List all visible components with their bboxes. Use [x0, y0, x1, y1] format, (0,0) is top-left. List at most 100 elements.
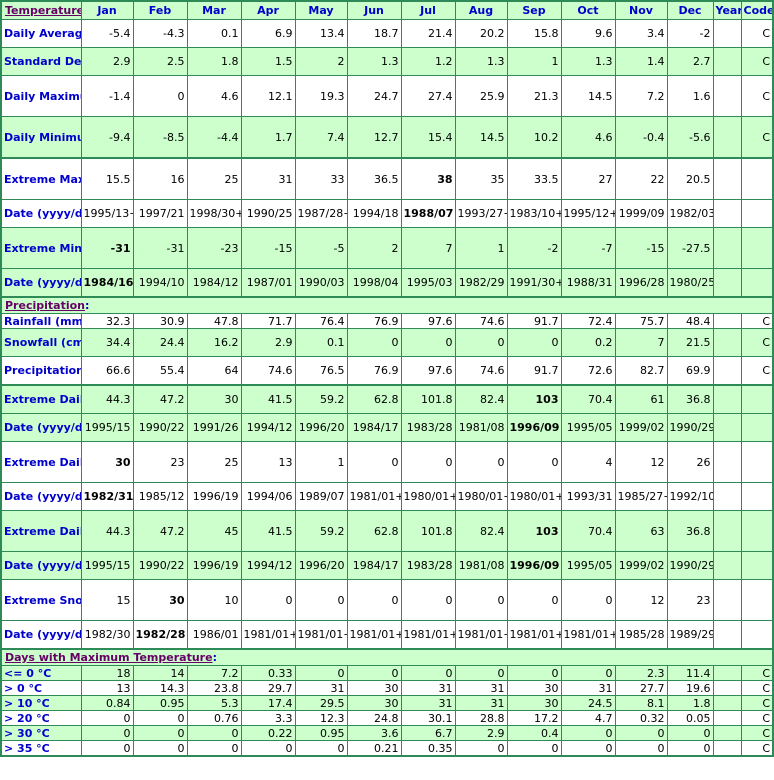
cell-aug: 35 — [454, 157, 508, 200]
cell-apr: 74.6 — [240, 356, 296, 386]
cell-jul: 1983/28 — [400, 413, 456, 442]
climate-normals-table: Temperature: Jan Feb Mar Apr May Jun Jul… — [0, 0, 774, 757]
cell-jul: 101.8 — [400, 510, 456, 552]
cell-code: C — [740, 725, 774, 741]
cell-oct: 4.7 — [560, 710, 616, 726]
cell-apr: 0.33 — [240, 665, 296, 681]
cell-nov: 7.2 — [614, 75, 668, 117]
cell-aug: 1981/08 — [454, 551, 508, 580]
cell-mar: 1996/19 — [186, 551, 242, 580]
cell-jun: 0 — [346, 441, 402, 483]
cell-jun: 62.8 — [346, 384, 402, 414]
cell-oct: 1988/31 — [560, 268, 616, 298]
column-header: Mar — [186, 0, 242, 20]
cell-jan: 1982/30 — [80, 620, 134, 650]
temperature-section: Daily Average (°C)-5.4-4.30.16.913.418.7… — [0, 19, 774, 298]
cell-code: C — [740, 356, 774, 386]
cell-nov: 7 — [614, 328, 668, 357]
cell-sep: 15.8 — [506, 19, 562, 48]
cell-jun: 76.9 — [346, 356, 402, 386]
row-label: Extreme Minimum (°C) — [0, 227, 82, 269]
cell-year — [712, 413, 742, 442]
cell-may: 1990/03 — [294, 268, 348, 298]
cell-mar: -23 — [186, 227, 242, 269]
table-row: > 30 °C 0 0 0 0.22 0.95 3.6 6.7 2.9 0.4 0 0 0 C — [0, 725, 774, 741]
table-row: Snowfall (cm) 34.4 24.4 16.2 2.9 0.1 0 0 0 0 0.2 7 2… — [0, 328, 774, 357]
cell-oct: 70.4 — [560, 510, 616, 552]
cell-feb: 1997/21 — [132, 199, 188, 228]
precipitation-section-link[interactable]: Precipitation — [5, 299, 85, 312]
cell-may: 0.95 — [294, 725, 348, 741]
cell-nov: 1985/28 — [614, 620, 668, 650]
row-label: > 20 °C — [0, 710, 82, 726]
cell-nov: 0 — [614, 740, 668, 757]
cell-year — [712, 356, 742, 386]
cell-may: 1987/28+ — [294, 199, 348, 228]
cell-sep: 17.2 — [506, 710, 562, 726]
cell-oct: 14.5 — [560, 75, 616, 117]
cell-jan: 1995/15 — [80, 551, 134, 580]
cell-jun: 0 — [346, 665, 402, 681]
cell-year — [712, 268, 742, 298]
cell-jun: 36.5 — [346, 157, 402, 200]
cell-jun: 1998/04 — [346, 268, 402, 298]
cell-code — [740, 199, 774, 228]
cell-oct: 1.3 — [560, 47, 616, 76]
cell-code: C — [740, 116, 774, 159]
cell-dec: 1989/29 — [666, 620, 714, 650]
cell-code: C — [740, 680, 774, 696]
column-header: Year — [712, 0, 742, 20]
cell-year — [712, 384, 742, 414]
cell-jan: 13 — [80, 680, 134, 696]
cell-oct: 1995/05 — [560, 551, 616, 580]
cell-jan: 0 — [80, 740, 134, 757]
cell-code: C — [740, 313, 774, 329]
cell-aug: 31 — [454, 680, 508, 696]
cell-aug: 25.9 — [454, 75, 508, 117]
column-header: Feb — [132, 0, 188, 20]
cell-apr: 1981/01+ — [240, 620, 296, 650]
cell-apr: 0 — [240, 740, 296, 757]
cell-code — [740, 441, 774, 483]
cell-feb: -8.5 — [132, 116, 188, 159]
temperature-section-link[interactable]: Temperature — [5, 4, 80, 17]
cell-year — [712, 665, 742, 681]
cell-mar: 0 — [186, 740, 242, 757]
cell-code — [740, 620, 774, 650]
cell-oct: 1995/05 — [560, 413, 616, 442]
cell-nov: 12 — [614, 579, 668, 621]
cell-sep: 0 — [506, 740, 562, 757]
cell-dec: -27.5 — [666, 227, 714, 269]
cell-apr: 17.4 — [240, 695, 296, 711]
cell-code: C — [740, 740, 774, 757]
cell-year — [712, 482, 742, 511]
cell-year — [712, 157, 742, 200]
cell-apr: 29.7 — [240, 680, 296, 696]
cell-apr: 1994/12 — [240, 551, 296, 580]
cell-dec: 1.6 — [666, 75, 714, 117]
cell-jun: 0.21 — [346, 740, 402, 757]
table-row: Extreme Daily Precipitation (mm)44.347.2… — [0, 510, 774, 552]
table-row: <= 0 °C 18 14 7.2 0.33 0 0 0 0 0 0 2.3 11.4 C — [0, 665, 774, 681]
days-max-temp-section-link[interactable]: Days with Maximum Temperature — [5, 651, 213, 664]
cell-dec: -5.6 — [666, 116, 714, 159]
column-header: Sep — [506, 0, 562, 20]
cell-mar: 4.6 — [186, 75, 242, 117]
cell-may: 29.5 — [294, 695, 348, 711]
column-header: Jul — [400, 0, 456, 20]
cell-feb: 2.5 — [132, 47, 188, 76]
cell-aug: 1982/29 — [454, 268, 508, 298]
cell-mar: 1996/19 — [186, 482, 242, 511]
cell-code — [740, 551, 774, 580]
cell-feb: 30.9 — [132, 313, 188, 329]
row-label: Date (yyyy/dd) — [0, 482, 82, 511]
cell-jan: -9.4 — [80, 116, 134, 159]
cell-mar: 64 — [186, 356, 242, 386]
cell-may: 1 — [294, 441, 348, 483]
cell-jul: 31 — [400, 680, 456, 696]
cell-year — [712, 579, 742, 621]
row-label: Extreme Snow Depth (cm) — [0, 579, 82, 621]
cell-nov: 27.7 — [614, 680, 668, 696]
cell-jul: 1981/01+ — [400, 620, 456, 650]
cell-may: 31 — [294, 680, 348, 696]
